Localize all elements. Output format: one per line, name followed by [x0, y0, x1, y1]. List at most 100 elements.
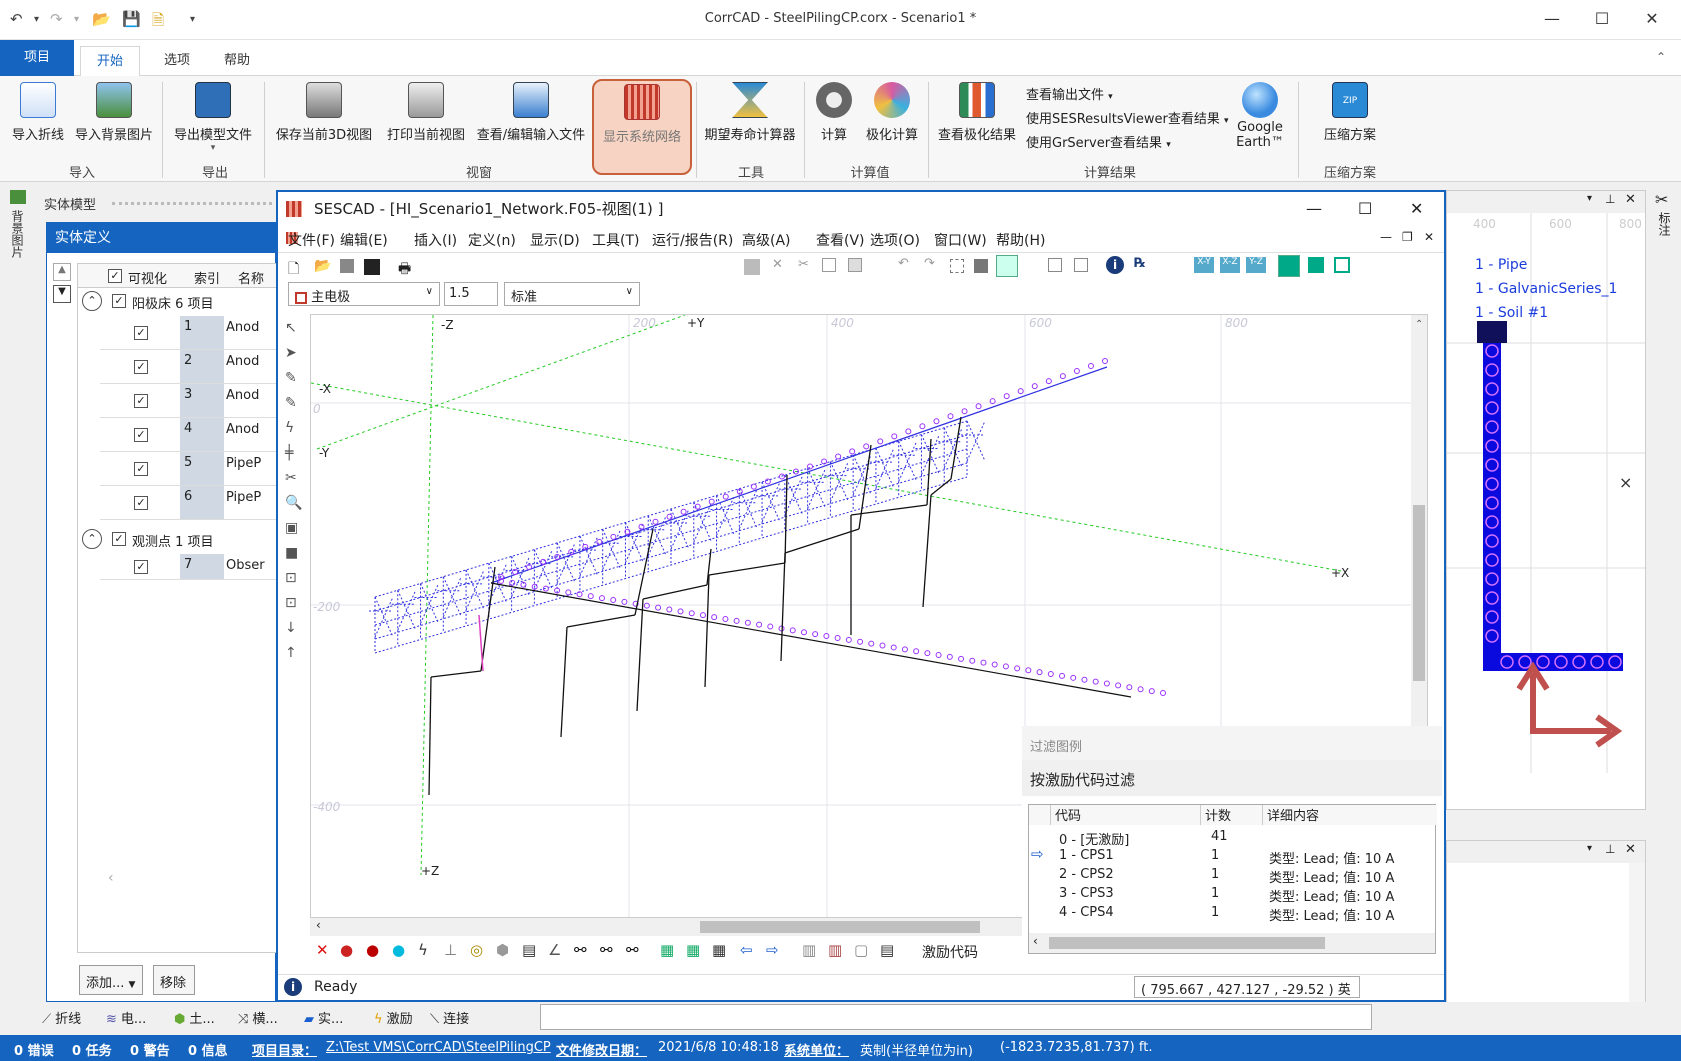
tab-help[interactable]: 帮助: [208, 46, 266, 76]
visible-checkbox[interactable]: ✓: [134, 496, 148, 510]
crosshair-icon[interactable]: ╪: [285, 445, 293, 461]
redo-icon[interactable]: ↷: [924, 256, 935, 271]
tools-icon[interactable]: ✂: [1655, 190, 1668, 209]
legend-row[interactable]: 4 - CPS4 1 类型: Lead; 值: 10 A: [1029, 903, 1435, 924]
select-arrow-icon[interactable]: ➤: [285, 345, 297, 361]
binoculars2-icon[interactable]: ⚯: [600, 941, 613, 959]
google-earth-button[interactable]: Google Earth™: [1228, 82, 1292, 150]
delete-red-icon[interactable]: ✕: [316, 941, 329, 959]
rx-icon[interactable]: ℞: [1134, 256, 1146, 271]
legend-row[interactable]: 2 - CPS2 1 类型: Lead; 值: 10 A: [1029, 865, 1435, 886]
open-icon[interactable]: 📂: [314, 258, 331, 274]
print-view-button[interactable]: 打印当前视图: [382, 82, 470, 143]
bottom-tab-2[interactable]: ⬢ 土...: [174, 1008, 215, 1027]
collapse-ribbon-icon[interactable]: ⌃: [1656, 50, 1666, 64]
binoculars3-icon[interactable]: ⚯: [626, 941, 639, 959]
zoom-icon[interactable]: 🔍: [285, 495, 302, 511]
legend-row[interactable]: 3 - CPS3 1 类型: Lead; 值: 10 A: [1029, 884, 1435, 905]
project-dir-link[interactable]: Z:\Test VMS\CorrCAD\SteelPilingCP: [326, 1040, 551, 1055]
electrode-select[interactable]: 主电极 ∨: [288, 282, 440, 306]
view-polarization-button[interactable]: 查看极化结果: [934, 82, 1020, 143]
close-button[interactable]: ✕: [1630, 6, 1674, 32]
pin-icon[interactable]: ⊥: [1605, 192, 1615, 206]
fit2-icon[interactable]: ⊡: [285, 595, 297, 611]
mode-select[interactable]: 标准 ∨: [504, 282, 640, 306]
record-icon[interactable]: ●: [340, 941, 353, 959]
tab-options[interactable]: 选项: [148, 46, 206, 76]
bottom-tab-1[interactable]: ≋ 电...: [106, 1008, 146, 1027]
view-3d-icon[interactable]: [1278, 255, 1300, 277]
lightning-icon[interactable]: ϟ: [285, 420, 294, 436]
color-icon[interactable]: ▣: [285, 520, 298, 536]
col-detail[interactable]: 详细内容: [1263, 805, 1437, 825]
close-icon[interactable]: ✕: [1625, 842, 1636, 857]
mesh-toggle-icon[interactable]: [996, 255, 1018, 277]
arrow-left-icon[interactable]: ⇦: [740, 941, 753, 959]
tab-project[interactable]: 项目: [0, 40, 74, 76]
scissors-icon[interactable]: ✂: [285, 470, 297, 486]
add-button[interactable]: 添加... ▼: [79, 965, 143, 995]
menu-item[interactable]: 定义(n): [468, 230, 516, 250]
grserver-button[interactable]: 使用GrServer查看结果 ▾: [1026, 132, 1171, 151]
export-model-button[interactable]: 导出模型文件 ▾: [168, 82, 258, 153]
sescad-maximize-button[interactable]: ☐: [1358, 192, 1372, 226]
delete-icon[interactable]: [744, 259, 760, 275]
scroll-down-icon[interactable]: ▼: [53, 285, 71, 303]
bottom-tab-3[interactable]: ⤨ 横...: [238, 1008, 278, 1027]
cut-x-icon[interactable]: ✕: [772, 257, 783, 272]
cut-icon[interactable]: ✂: [798, 257, 809, 272]
close-icon[interactable]: ✕: [1625, 192, 1636, 207]
polarize-compute-button[interactable]: 极化计算: [860, 82, 924, 143]
pin-icon[interactable]: ⊥: [1605, 842, 1615, 856]
lower-scrollbar[interactable]: [1629, 863, 1645, 1019]
life-calculator-button[interactable]: 期望寿命计算器: [700, 82, 800, 143]
circle-icon[interactable]: ●: [392, 941, 405, 959]
visible-checkbox[interactable]: ✓: [134, 360, 148, 374]
view-front-icon[interactable]: [1308, 257, 1324, 273]
select-icon[interactable]: [950, 259, 964, 273]
pencil2-icon[interactable]: ✎: [285, 395, 297, 411]
menu-item[interactable]: 编辑(E): [340, 230, 388, 250]
arrow-up-icon[interactable]: ↑: [285, 645, 297, 661]
maximize-button[interactable]: ☐: [1580, 6, 1624, 32]
menu-item[interactable]: 窗口(W): [934, 230, 987, 250]
visible-checkbox[interactable]: ✓: [134, 428, 148, 442]
table-row[interactable]: ✓ 2 Anod: [100, 350, 278, 384]
view-xz-icon[interactable]: X-Z: [1220, 257, 1240, 273]
doc-restore-button[interactable]: ❐: [1402, 230, 1413, 244]
annotation-tab[interactable]: 标注: [1656, 212, 1673, 236]
bottom-tab-6[interactable]: ⟍ 连接: [430, 1008, 469, 1027]
table-icon[interactable]: ▥: [802, 941, 816, 959]
tab-start[interactable]: 开始: [80, 46, 141, 76]
cube-icon[interactable]: ⬢: [496, 941, 509, 959]
minimize-button[interactable]: —: [1530, 6, 1574, 32]
menu-item[interactable]: 工具(T): [592, 230, 639, 250]
view-xy-icon[interactable]: X-Y: [1194, 257, 1214, 273]
scroll-left-icon[interactable]: ‹: [108, 870, 114, 886]
undo-icon[interactable]: ↶: [898, 256, 909, 271]
background-image-tab[interactable]: 背景图片: [10, 210, 26, 258]
fit-icon[interactable]: ⊡: [285, 570, 297, 586]
table-row[interactable]: ✓ 7 Obser: [100, 554, 278, 580]
binoculars-icon[interactable]: ⚯: [574, 941, 587, 959]
rotate-icon[interactable]: [1048, 258, 1062, 272]
import-image-button[interactable]: 导入背景图片: [72, 82, 156, 143]
menu-item[interactable]: 显示(D): [530, 230, 580, 250]
table-row[interactable]: ✓ 5 PipeP: [100, 452, 278, 486]
angle-icon[interactable]: ∠: [548, 941, 561, 959]
menu-item[interactable]: 帮助(H): [996, 230, 1045, 250]
menu-item[interactable]: 插入(I): [414, 230, 457, 250]
list-icon[interactable]: ▤: [880, 941, 894, 959]
col-count[interactable]: 计数: [1201, 805, 1263, 825]
arrow-down-icon[interactable]: ↓: [285, 620, 297, 636]
grid3-icon[interactable]: ▦: [712, 941, 726, 959]
stop-icon[interactable]: ●: [366, 941, 379, 959]
legend-row[interactable]: ⇨ 1 - CPS1 1 类型: Lead; 值: 10 A: [1029, 845, 1435, 867]
horizontal-scrollbar[interactable]: ‹: [310, 918, 1022, 936]
arrow-right-icon[interactable]: ⇨: [766, 941, 779, 959]
bottom-tab-0[interactable]: ⟋ 折线: [42, 1008, 81, 1027]
info-count[interactable]: 0 信息: [188, 1040, 228, 1059]
paste-icon[interactable]: [848, 258, 862, 272]
doc-close-button[interactable]: ✕: [1424, 230, 1434, 244]
menu-item[interactable]: 高级(A): [742, 230, 791, 250]
